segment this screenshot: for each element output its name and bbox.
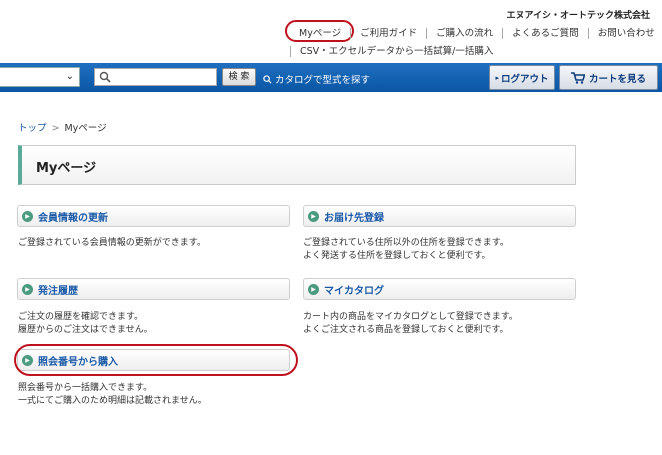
reference-purchase-highlight	[14, 344, 298, 376]
description-line: 一式にてご購入のため明細は記載されません。	[18, 396, 207, 406]
card-delivery-address[interactable]: ▶ お届け先登録	[303, 205, 576, 227]
catalog-search-link[interactable]: カタログで型式を探す	[263, 72, 370, 86]
card-description: ご登録されている住所以外の住所を登録できます。 よく発送する住所を登録しておくと…	[303, 237, 509, 263]
cart-label: カートを見る	[588, 73, 646, 85]
card-order-history[interactable]: ▶ 発注履歴	[17, 278, 290, 300]
company-name: エヌアイシ・オートテック株式会社	[506, 11, 650, 21]
description-line: ご注文の履歴を確認できます。	[18, 312, 144, 322]
arrow-right-icon: ▶	[22, 210, 33, 222]
card-description: ご登録されている会員情報の更新ができます。	[18, 237, 206, 250]
card-title: 発注履歴	[38, 285, 78, 297]
card-title: 会員情報の更新	[38, 212, 108, 224]
arrow-right-icon: ▶	[308, 283, 319, 295]
description-line: ご登録されている住所以外の住所を登録できます。	[303, 238, 509, 248]
card-description: ご注文の履歴を確認できます。 履歴からのご注文はできません。	[18, 311, 153, 337]
top-navigation: Myページ ご利用ガイド ご購入の流れ よくあるご質問 お問い合わせ CSV・エ…	[290, 26, 655, 58]
card-my-catalog[interactable]: ▶ マイカタログ	[303, 278, 576, 300]
search-bar: ⌄ 検 索 カタログで型式を探す ▸ ログアウト カートを見る	[0, 63, 662, 92]
description-line: よく発送する住所を登録しておくと便利です。	[303, 251, 491, 261]
logout-label: ログアウト	[501, 73, 549, 85]
breadcrumb-current: Myページ	[64, 123, 107, 134]
search-input[interactable]	[94, 68, 217, 86]
description-line: カート内の商品をマイカタログとして登録できます。	[303, 312, 518, 322]
card-title: マイカタログ	[324, 285, 384, 297]
page-title-box: Myページ	[18, 145, 576, 185]
page-title: Myページ	[36, 161, 97, 176]
arrow-right-icon: ▶	[22, 283, 33, 295]
description-line: 履歴からのご注文はできません。	[18, 325, 153, 335]
description-line: ご登録されている会員情報の更新ができます。	[18, 238, 206, 248]
card-title: お届け先登録	[324, 212, 384, 224]
nav-link-faq[interactable]: よくあるご質問	[502, 27, 588, 39]
breadcrumb-separator: >	[51, 123, 60, 134]
breadcrumb: トップ > Myページ	[18, 120, 107, 134]
chevron-down-icon: ⌄	[65, 71, 74, 82]
category-select[interactable]: ⌄	[0, 67, 80, 87]
cart-icon	[570, 71, 585, 84]
search-button[interactable]: 検 索	[222, 68, 256, 86]
description-line: 照会番号から一括購入できます。	[18, 383, 153, 393]
description-line: よくご注文される商品を登録しておくと便利です。	[303, 325, 509, 335]
logout-button[interactable]: ▸ ログアウト	[489, 65, 555, 90]
search-icon	[263, 74, 272, 84]
cart-button[interactable]: カートを見る	[559, 65, 658, 90]
nav-link-guide[interactable]: ご利用ガイド	[350, 27, 426, 39]
nav-link-mypage[interactable]: Myページ	[290, 28, 350, 39]
nav-link-purchase-flow[interactable]: ご購入の流れ	[426, 27, 502, 39]
card-member-info[interactable]: ▶ 会員情報の更新	[17, 205, 290, 227]
nav-link-contact[interactable]: お問い合わせ	[587, 27, 662, 39]
nav-link-csv-bulk[interactable]: CSV・エクセルデータから一括試算/一括購入	[290, 45, 502, 57]
breadcrumb-home-link[interactable]: トップ	[18, 123, 47, 134]
card-description: カート内の商品をマイカタログとして登録できます。 よくご注文される商品を登録して…	[303, 311, 518, 337]
search-icon	[99, 71, 111, 83]
arrow-right-icon: ▶	[308, 210, 319, 222]
triangle-right-icon: ▸	[495, 73, 499, 82]
card-description: 照会番号から一括購入できます。 一式にてご購入のため明細は記載されません。	[18, 382, 207, 408]
catalog-link-label: カタログで型式を探す	[275, 75, 371, 86]
